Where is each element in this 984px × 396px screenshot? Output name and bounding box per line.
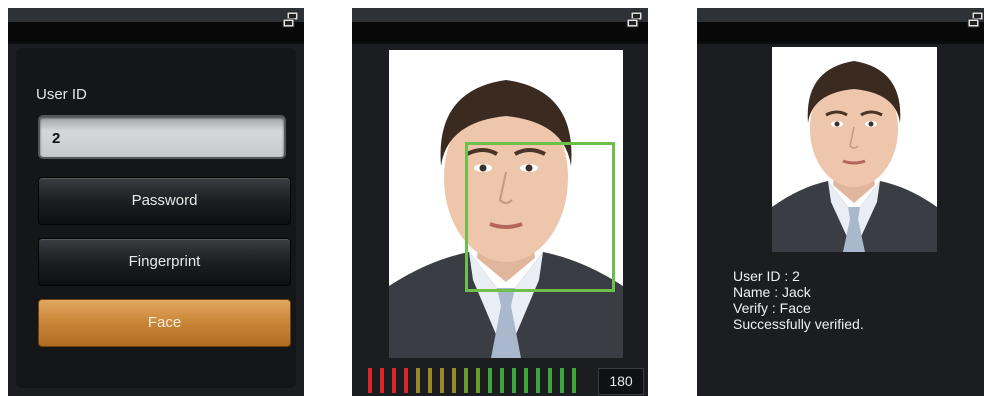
- quality-meter-bar: [428, 368, 432, 393]
- face-detection-box: [465, 142, 615, 292]
- info-name: Name : Jack: [733, 284, 811, 300]
- quality-meter-bar: [488, 368, 492, 393]
- status-bar: [697, 8, 984, 44]
- info-status: Successfully verified.: [733, 316, 864, 332]
- quality-meter-bar: [572, 368, 576, 393]
- camera-view: [389, 50, 623, 358]
- quality-meter-bar: [536, 368, 540, 393]
- network-icon: [967, 11, 984, 28]
- face-button[interactable]: Face: [38, 299, 291, 347]
- quality-meter-bar: [452, 368, 456, 393]
- face-photo: [772, 61, 937, 252]
- result-panel: User ID : 2 Name : Jack Verify : Face Su…: [697, 8, 984, 396]
- status-bar: [352, 8, 648, 44]
- quality-meter-bar: [524, 368, 528, 393]
- quality-meter-bar: [380, 368, 384, 393]
- quality-meter-bar: [416, 368, 420, 393]
- user-photo: [772, 47, 937, 252]
- quality-meter-bar: [500, 368, 504, 393]
- status-bar: [8, 8, 304, 44]
- network-icon: [282, 11, 299, 28]
- quality-meter-bar: [548, 368, 552, 393]
- login-panel: User ID 2 Password Fingerprint Face: [8, 8, 304, 396]
- quality-meter-bar: [404, 368, 408, 393]
- network-icon: [626, 11, 643, 28]
- fingerprint-button[interactable]: Fingerprint: [38, 238, 291, 286]
- quality-meter-bar: [560, 368, 564, 393]
- quality-meter-bar: [476, 368, 480, 393]
- quality-meter-bar: [440, 368, 444, 393]
- password-button[interactable]: Password: [38, 177, 291, 225]
- info-user-id: User ID : 2: [733, 268, 800, 284]
- quality-meter-bar: [512, 368, 516, 393]
- user-id-label: User ID: [36, 86, 87, 103]
- quality-score: 180: [598, 368, 644, 395]
- info-verify: Verify : Face: [733, 300, 811, 316]
- capture-panel: 180: [352, 8, 648, 396]
- quality-meter-bar: [464, 368, 468, 393]
- verification-info: User ID : 2 Name : Jack Verify : Face Su…: [733, 268, 864, 332]
- user-id-input[interactable]: 2: [38, 115, 286, 159]
- quality-meter-bar: [368, 368, 372, 393]
- quality-meter-bar: [392, 368, 396, 393]
